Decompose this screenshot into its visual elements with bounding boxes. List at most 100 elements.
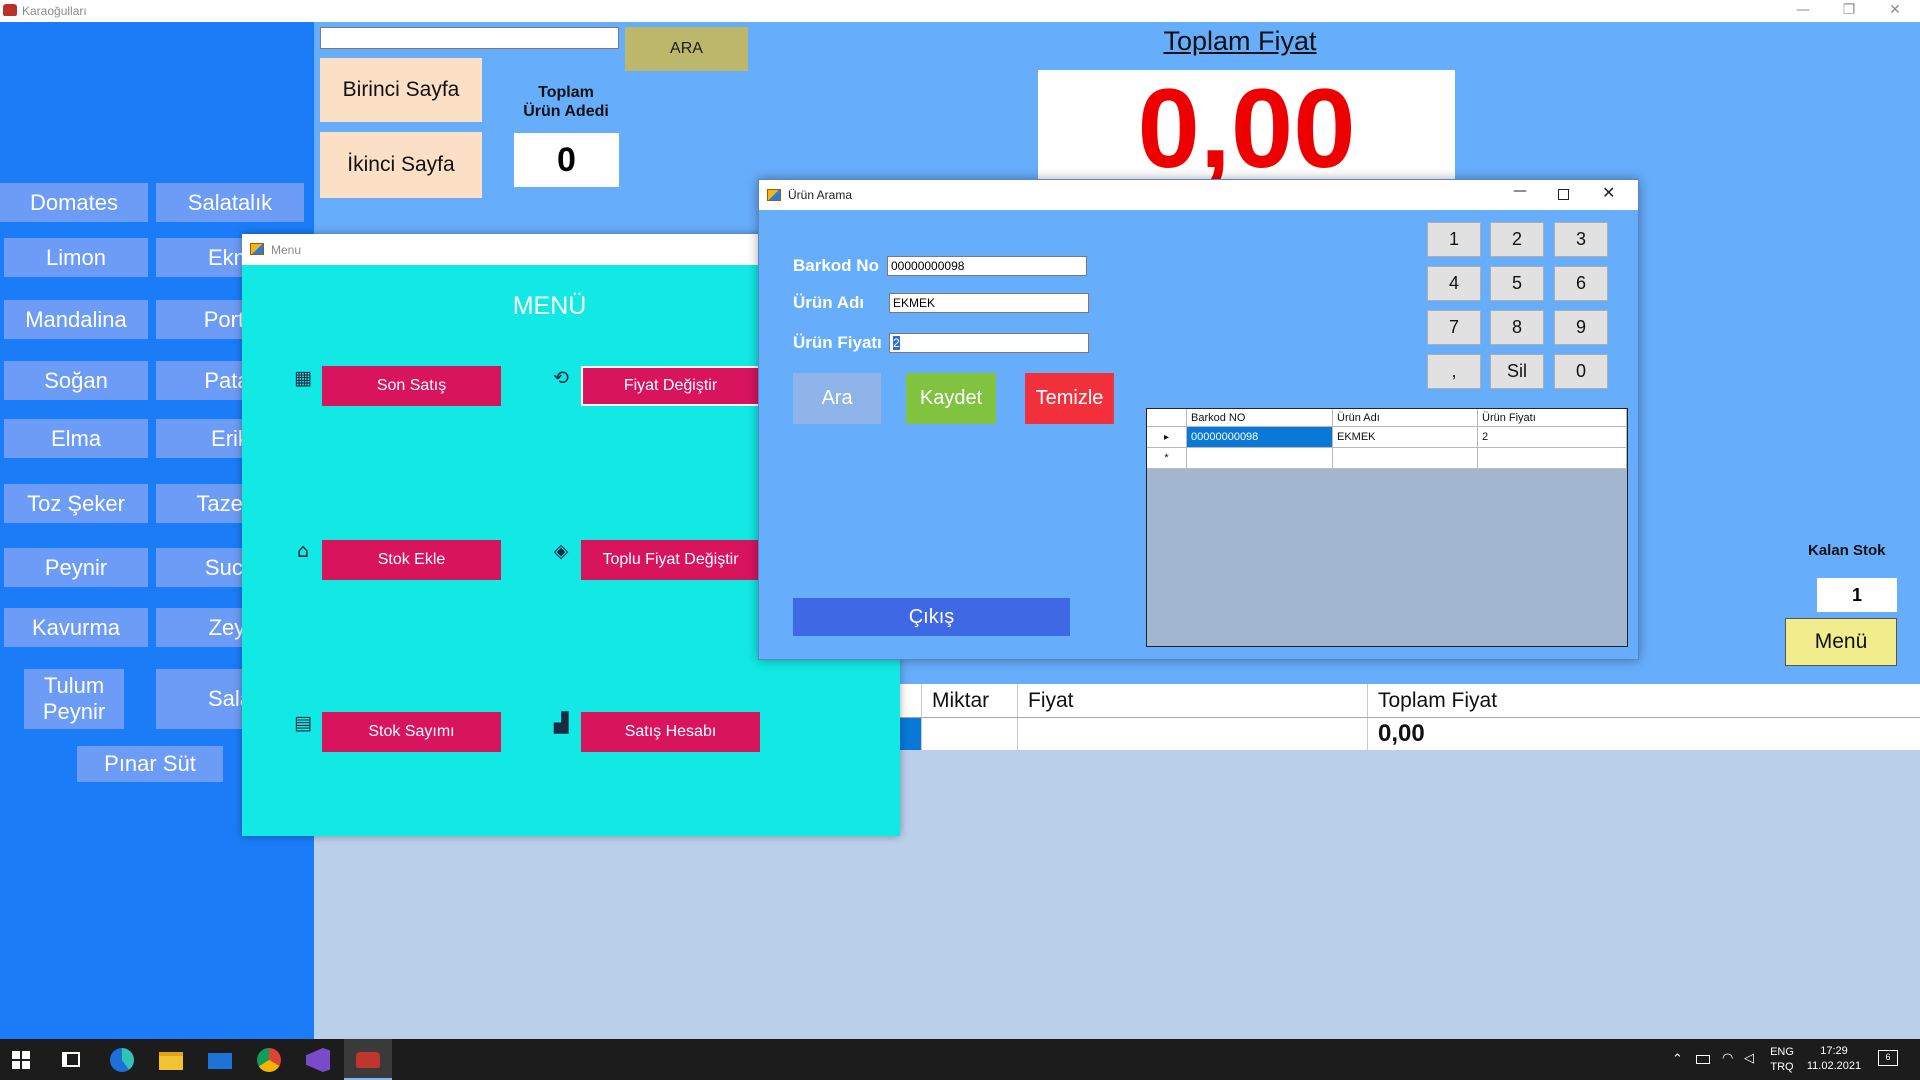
edge-icon[interactable] xyxy=(110,1048,134,1072)
product-button-kavurma[interactable]: Kavurma xyxy=(4,608,148,647)
second-page-button[interactable]: İkinci Sayfa xyxy=(320,132,482,198)
product-button-sogan[interactable]: Soğan xyxy=(4,361,148,400)
close-icon[interactable]: ✕ xyxy=(1602,183,1615,202)
cell-miktar[interactable] xyxy=(922,718,1018,750)
volume-icon[interactable]: ◁ xyxy=(1744,1051,1754,1066)
product-name-field[interactable]: EKMEK xyxy=(889,293,1089,313)
first-page-button[interactable]: Birinci Sayfa xyxy=(320,58,482,122)
column-header-urun-fiyati[interactable]: Ürün Fiyatı xyxy=(1478,409,1627,427)
menu-window-title: Menu xyxy=(271,243,302,257)
show-hidden-icons-icon[interactable]: ⌃ xyxy=(1672,1052,1683,1067)
keypad-3[interactable]: 3 xyxy=(1554,222,1608,257)
window-app-icon xyxy=(767,189,781,201)
current-row-marker: ▸ xyxy=(1147,427,1187,448)
exit-button[interactable]: Çıkış xyxy=(793,598,1070,636)
product-button-tulum-peynir[interactable]: Tulum Peynir xyxy=(24,669,124,729)
remaining-stock-value: 1 xyxy=(1817,578,1897,612)
product-price-value: 2 xyxy=(893,336,900,350)
last-sale-button[interactable]: Son Satış xyxy=(322,366,501,406)
cell-urun-fiyati[interactable]: 2 xyxy=(1478,427,1627,448)
new-row-cell-barkod[interactable] xyxy=(1187,448,1333,469)
keypad-comma[interactable]: , xyxy=(1427,354,1481,389)
product-button-pinar-sut[interactable]: Pınar Süt xyxy=(77,746,223,782)
product-results-grid: Barkod NO Ürün Adı Ürün Fiyatı ▸ 0000000… xyxy=(1146,408,1628,647)
spreadsheet-icon: ▤ xyxy=(294,712,312,734)
cell-toplam-fiyat[interactable]: 0,00 xyxy=(1368,718,1920,750)
chrome-icon[interactable] xyxy=(257,1048,281,1072)
mail-icon[interactable] xyxy=(208,1053,232,1069)
product-price-label: Ürün Fiyatı xyxy=(793,333,882,352)
cell-urun-adi[interactable]: EKMEK xyxy=(1333,427,1478,448)
product-button-mandalina[interactable]: Mandalina xyxy=(4,300,148,339)
grid-corner xyxy=(1147,409,1187,427)
keypad-6[interactable]: 6 xyxy=(1554,266,1608,301)
product-button-domates[interactable]: Domates xyxy=(0,183,148,222)
column-header-fiyat[interactable]: Fiyat xyxy=(1018,684,1368,717)
keypad-9[interactable]: 9 xyxy=(1554,310,1608,345)
product-search-window: Ürün Arama — ✕ Barkod No 00000000098 Ürü… xyxy=(758,179,1639,660)
task-view-icon[interactable] xyxy=(62,1052,80,1067)
total-price-value: 0,00 xyxy=(1137,70,1356,180)
column-header-toplam-fiyat[interactable]: Toplam Fiyat xyxy=(1368,684,1920,717)
battery-icon[interactable] xyxy=(1696,1055,1710,1064)
add-stock-button[interactable]: Stok Ekle xyxy=(322,540,501,580)
stock-count-button[interactable]: Stok Sayımı xyxy=(322,712,501,752)
product-button-peynir[interactable]: Peynir xyxy=(4,548,148,587)
notifications-icon[interactable]: 6 xyxy=(1878,1050,1898,1066)
column-header-barkod[interactable]: Barkod NO xyxy=(1187,409,1333,427)
product-price-field[interactable]: 2 xyxy=(889,333,1089,353)
restore-button[interactable]: ❐ xyxy=(1826,0,1872,22)
search-product-button[interactable]: Ara xyxy=(793,373,881,424)
keypad-5[interactable]: 5 xyxy=(1490,266,1544,301)
clear-button[interactable]: Temizle xyxy=(1025,373,1114,424)
new-row-cell-urun-adi[interactable] xyxy=(1333,448,1478,469)
search-button[interactable]: ARA xyxy=(625,27,748,71)
menu-button[interactable]: Menü xyxy=(1785,618,1897,666)
change-price-button[interactable]: Fiyat Değiştir xyxy=(581,366,760,406)
keypad-delete[interactable]: Sil xyxy=(1490,354,1544,389)
maximize-icon[interactable] xyxy=(1558,189,1569,200)
minimize-button[interactable]: — xyxy=(1780,0,1826,22)
barcode-label: Barkod No xyxy=(793,256,879,275)
remaining-stock-label: Kalan Stok xyxy=(1808,542,1886,559)
keypad-2[interactable]: 2 xyxy=(1490,222,1544,257)
windows-start-icon[interactable] xyxy=(12,1051,30,1069)
keypad-7[interactable]: 7 xyxy=(1427,310,1481,345)
keypad-8[interactable]: 8 xyxy=(1490,310,1544,345)
save-button[interactable]: Kaydet xyxy=(906,373,996,424)
product-search-input[interactable] xyxy=(320,27,619,49)
total-items-value: 0 xyxy=(514,133,619,187)
karaogullari-app-icon[interactable] xyxy=(356,1052,380,1068)
new-row-cell-urun-fiyati[interactable] xyxy=(1478,448,1627,469)
minimize-icon[interactable]: — xyxy=(1513,183,1527,199)
bulk-price-change-button[interactable]: Toplu Fiyat Değiştir xyxy=(581,540,760,580)
window-app-icon xyxy=(250,243,264,255)
column-header-urun-adi[interactable]: Ürün Adı xyxy=(1333,409,1478,427)
close-button[interactable]: ✕ xyxy=(1872,0,1918,22)
new-row-marker: * xyxy=(1147,448,1187,469)
keypad-1[interactable]: 1 xyxy=(1427,222,1481,257)
cell-fiyat[interactable] xyxy=(1018,718,1368,750)
clock[interactable]: 17:29 11.02.2021 xyxy=(1802,1044,1866,1074)
keypad-4[interactable]: 4 xyxy=(1427,266,1481,301)
file-explorer-icon[interactable] xyxy=(159,1052,183,1070)
product-button-salatalik[interactable]: Salatalık xyxy=(156,183,304,222)
cell-barkod[interactable]: 00000000098 xyxy=(1187,427,1333,448)
grid-row-header xyxy=(900,684,922,717)
language-line1: ENG xyxy=(1770,1046,1794,1058)
bar-chart-icon: ▟ xyxy=(553,712,569,734)
wifi-icon[interactable]: ◠ xyxy=(1722,1051,1733,1066)
product-button-elma[interactable]: Elma xyxy=(4,419,148,458)
keypad-0[interactable]: 0 xyxy=(1554,354,1608,389)
sales-report-button[interactable]: Satış Hesabı xyxy=(581,712,760,752)
column-header-miktar[interactable]: Miktar xyxy=(922,684,1018,717)
table-row[interactable]: 0,00 xyxy=(900,718,1920,750)
product-button-toz-seker[interactable]: Toz Şeker xyxy=(4,484,148,523)
product-button-limon[interactable]: Limon xyxy=(4,238,148,277)
language-indicator[interactable]: ENG TRQ xyxy=(1766,1045,1798,1075)
total-price-box: 0,00 xyxy=(1038,70,1455,180)
factory-icon: ⌂ xyxy=(296,540,310,562)
barcode-field[interactable]: 00000000098 xyxy=(887,256,1087,276)
product-name-label: Ürün Adı xyxy=(793,293,865,312)
calculator-icon: ▦ xyxy=(294,367,312,389)
